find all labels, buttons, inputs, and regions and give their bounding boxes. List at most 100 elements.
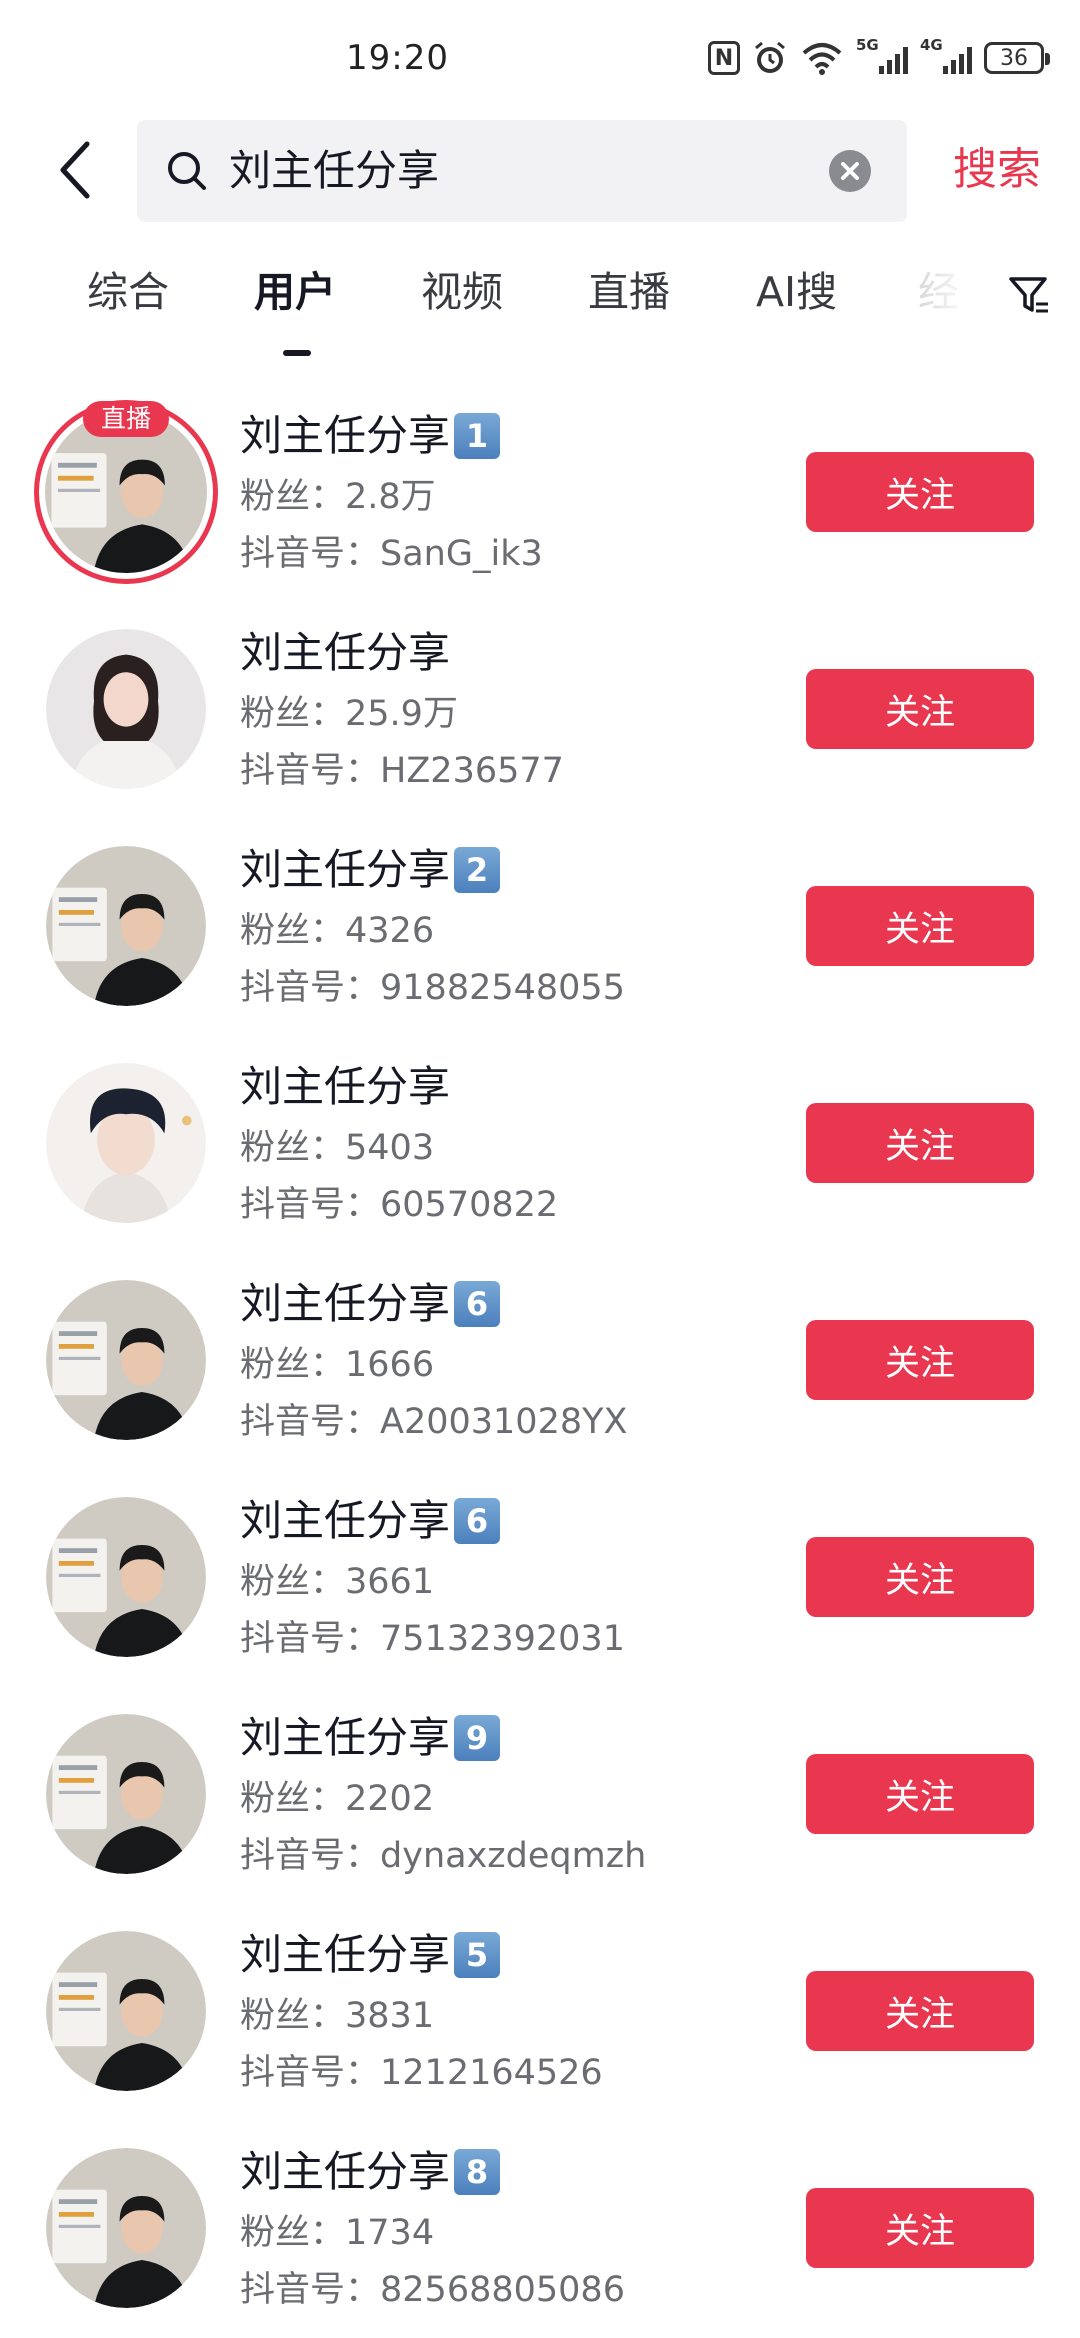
number-emoji-badge: 5 [454,1932,501,1978]
tab-all[interactable]: 综合 [87,262,169,322]
fans-count: 25.9万 [345,694,458,734]
follow-button[interactable]: 关注 [806,1320,1034,1400]
id-prefix: 抖音号： [240,1402,381,1442]
user-fans: 粉丝：3831 [240,1993,434,2039]
user-fans: 粉丝：1734 [240,2210,434,2256]
fans-prefix: 粉丝： [240,477,346,517]
user-row[interactable]: 刘主任分享 9 粉丝：2202 抖音号：dynaxzdeqmzh 关注 [0,1692,1080,1909]
fans-count: 2202 [345,1779,435,1819]
fans-count: 1734 [345,2213,435,2253]
chevron-left-icon [60,141,90,199]
user-name[interactable]: 刘主任分享 6 [240,1276,501,1332]
avatar[interactable] [46,629,206,789]
user-fans: 粉丝：4326 [240,908,434,954]
user-name[interactable]: 刘主任分享 2 [240,842,501,898]
id-prefix: 抖音号： [240,2270,381,2310]
follow-button[interactable]: 关注 [806,1537,1034,1617]
user-name[interactable]: 刘主任分享 1 [240,408,501,464]
user-douyin-id: 抖音号：60570822 [240,1181,558,1229]
avatar-image [46,1280,206,1440]
clear-search-button[interactable] [829,150,871,192]
id-value: SanG_ik3 [380,534,543,574]
follow-button[interactable]: 关注 [806,2188,1034,2268]
avatar-image [46,1063,206,1223]
fans-prefix: 粉丝： [240,911,346,951]
avatar[interactable] [46,2148,206,2308]
tab-ai-search[interactable]: AI搜 [756,262,837,322]
follow-button[interactable]: 关注 [806,1103,1034,1183]
tab-videos[interactable]: 视频 [421,262,503,322]
follow-button[interactable]: 关注 [806,669,1034,749]
user-row[interactable]: 刘主任分享 粉丝：25.9万 抖音号：HZ236577 关注 [0,607,1080,824]
id-prefix: 抖音号： [240,1619,381,1659]
signal-4g-icon: 4G [920,36,972,76]
id-value: 1212164526 [380,2053,603,2093]
user-row[interactable]: 刘主任分享粉丝：5403 抖音号：60570822 关注 [0,1041,1080,1258]
avatar-image [46,846,206,1006]
number-emoji-badge: 9 [454,1715,501,1761]
id-value: 75132392031 [380,1619,625,1659]
user-name-text: 刘主任分享 [240,1062,451,1111]
wifi-icon [800,41,844,75]
fans-prefix: 粉丝： [240,1345,346,1385]
user-name[interactable]: 刘主任分享 8 [240,2144,501,2200]
id-prefix: 抖音号： [240,1185,381,1225]
id-prefix: 抖音号： [240,534,381,574]
user-name[interactable]: 刘主任分享 [240,625,450,681]
avatar[interactable] [46,1497,206,1657]
avatar-image [46,1714,206,1874]
user-row[interactable]: 刘主任分享 2 粉丝：4326 抖音号：91882548055 关注 [0,824,1080,1041]
user-row[interactable]: 刘主任分享 6 粉丝：3661 抖音号：75132392031 关注 [0,1475,1080,1692]
avatar[interactable] [46,846,206,1006]
fans-prefix: 粉丝： [240,1128,346,1168]
user-name-text: 刘主任分享 [240,1279,451,1328]
user-fans: 粉丝：3661 [240,1559,434,1605]
id-prefix: 抖音号： [240,2053,381,2093]
tab-fade [880,262,990,332]
id-value: A20031028YX [380,1402,628,1442]
tab-users[interactable]: 用户 [254,262,336,322]
avatar[interactable] [46,1063,206,1223]
avatar-live[interactable]: 直播 [34,400,218,584]
avatar[interactable] [46,1280,206,1440]
filter-icon[interactable] [1008,274,1050,316]
number-emoji-badge: 6 [454,1498,501,1544]
avatar-image [46,1931,206,2091]
number-emoji-badge: 6 [454,1281,501,1327]
user-row[interactable]: 直播 刘主任分享 1 粉丝：2.8万抖音号：SanG_ik3 关注 [0,390,1080,607]
id-value: 82568805086 [380,2270,625,2310]
user-list: 直播 刘主任分享 1 粉丝：2.8万 抖音号：SanG_ik3 关注 刘主任分享 粉丝：25.… [0,390,1080,2338]
user-douyin-id: 抖音号：75132392031 [240,1615,625,1663]
follow-button[interactable]: 关注 [806,1971,1034,2051]
user-name[interactable]: 刘主任分享 5 [240,1927,501,1983]
fans-prefix: 粉丝： [240,1779,346,1819]
search-submit-button[interactable]: 搜索 [953,140,1041,200]
user-row[interactable]: 刘主任分享 8 粉丝：1734 抖音号：82568805086 关注 [0,2126,1080,2338]
user-name[interactable]: 刘主任分享 6 [240,1493,501,1549]
search-query[interactable]: 刘主任分享 [229,144,439,198]
avatar[interactable] [46,1714,206,1874]
follow-button[interactable]: 关注 [806,452,1034,532]
user-douyin-id: 抖音号：1212164526 [240,2049,603,2097]
avatar-image [46,1497,206,1657]
avatar[interactable] [46,1931,206,2091]
user-name-text: 刘主任分享 [240,2147,451,2196]
alarm-icon [752,40,788,76]
search-input[interactable]: 刘主任分享 [137,120,907,222]
user-row[interactable]: 刘主任分享 5 粉丝：3831 抖音号：1212164526 关注 [0,1909,1080,2126]
user-fans: 粉丝：2.8万 [240,474,436,520]
user-row[interactable]: 刘主任分享 6 粉丝：1666 抖音号：A20031028YX 关注 [0,1258,1080,1475]
id-prefix: 抖音号： [240,968,381,1008]
active-tab-indicator [283,350,311,356]
user-name[interactable]: 刘主任分享 9 [240,1710,501,1766]
user-name[interactable]: 刘主任分享 [240,1059,450,1115]
user-fans: 粉丝：5403 [240,1125,434,1171]
tab-live[interactable]: 直播 [588,262,670,322]
nfc-icon: N [708,41,740,75]
back-button[interactable] [40,130,110,210]
follow-button[interactable]: 关注 [806,1754,1034,1834]
user-douyin-id: 抖音号：HZ236577 [240,747,564,795]
follow-button[interactable]: 关注 [806,886,1034,966]
avatar-image [46,2148,206,2308]
signal-5g-icon: 5G [856,36,908,76]
